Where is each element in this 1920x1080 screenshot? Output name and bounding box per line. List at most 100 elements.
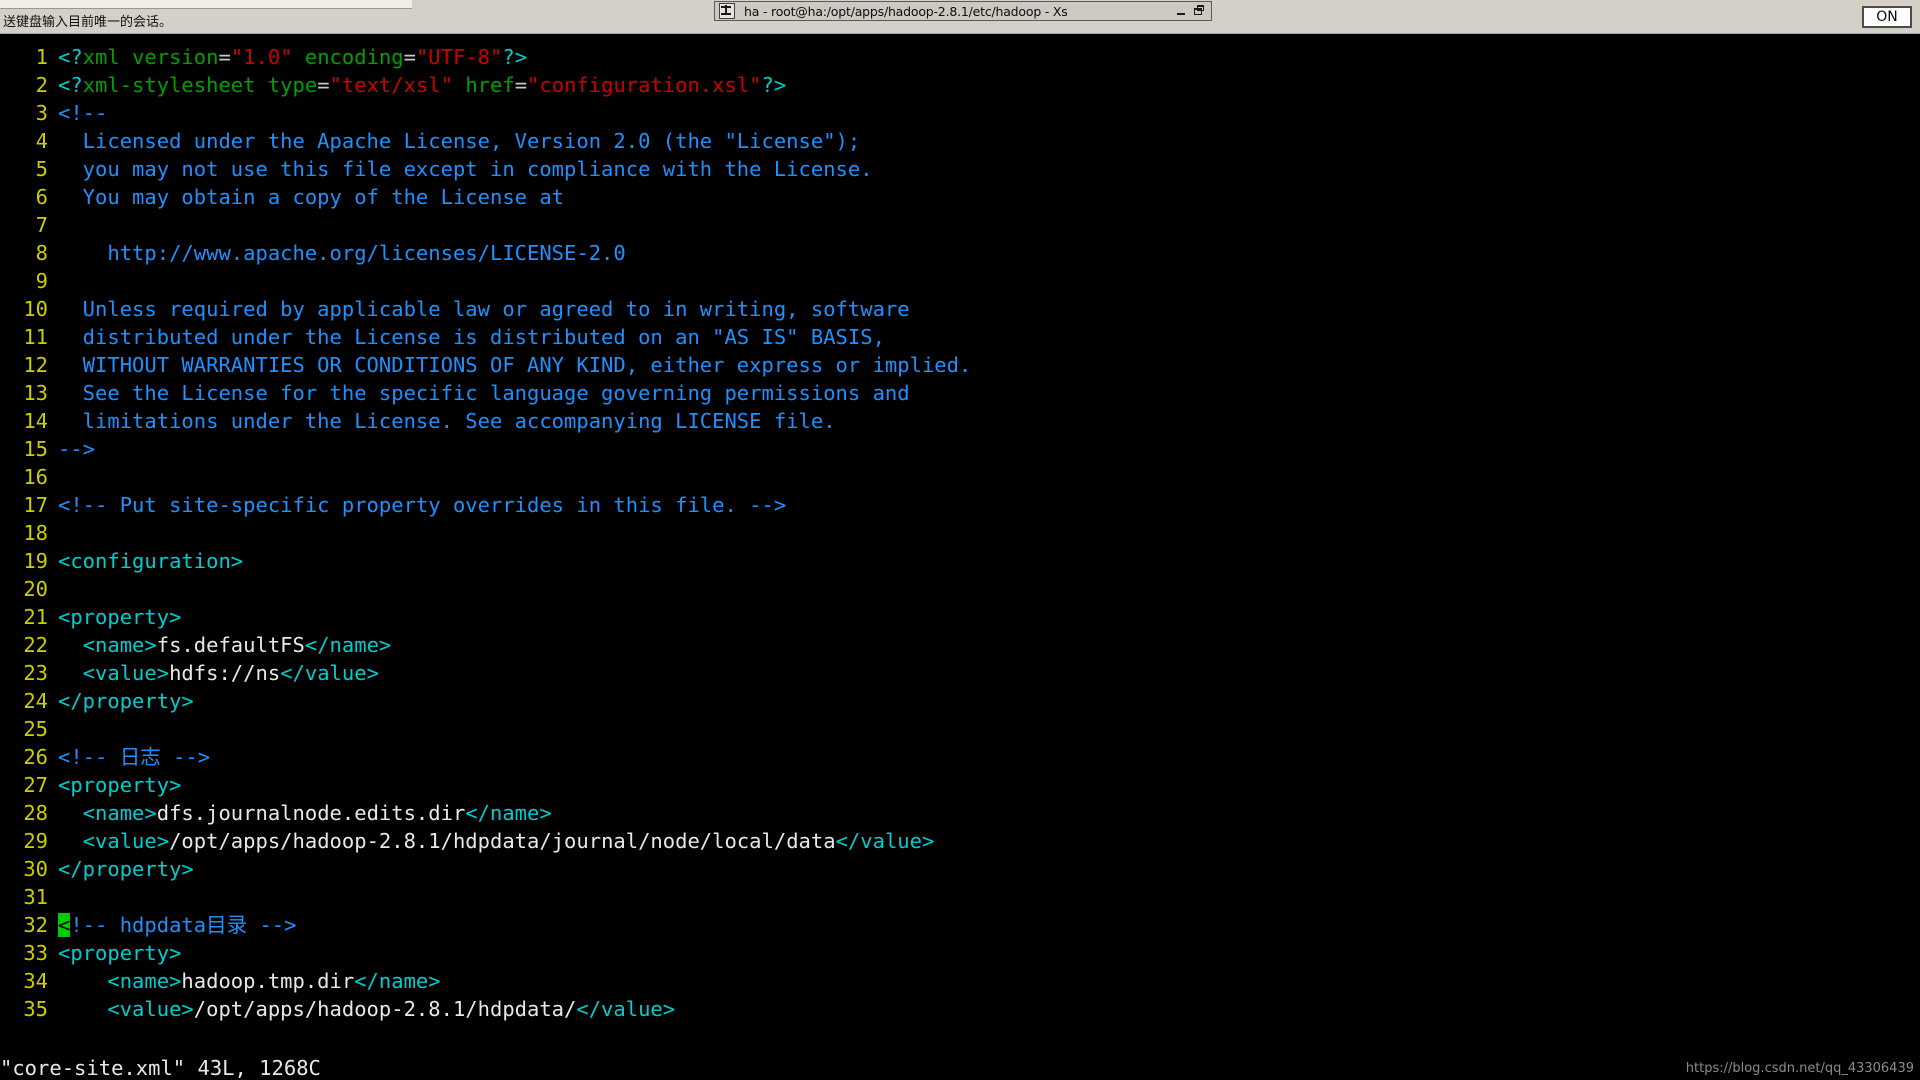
editor-line[interactable]: 7 xyxy=(0,211,1920,239)
text-cursor: < xyxy=(58,913,71,937)
minimize-icon[interactable] xyxy=(1173,3,1190,19)
line-number: 14 xyxy=(23,409,48,433)
code-token: <value> xyxy=(58,997,194,1021)
editor-line[interactable]: 13 See the License for the specific lang… xyxy=(0,379,1920,407)
editor-line[interactable]: 31 xyxy=(0,883,1920,911)
code-token: </value> xyxy=(835,829,935,853)
code-token: </value> xyxy=(576,997,676,1021)
editor-line[interactable]: 32 <!-- hdpdata目录 --> xyxy=(0,911,1920,939)
line-number: 23 xyxy=(23,661,48,685)
code-token: <name> xyxy=(58,633,157,657)
editor-line[interactable]: 23 <value>hdfs://ns</value> xyxy=(0,659,1920,687)
code-token: See the License for the specific languag… xyxy=(58,381,910,405)
line-number: 30 xyxy=(23,857,48,881)
editor-line[interactable]: 30 </property> xyxy=(0,855,1920,883)
code-token: hadoop.tmp.dir xyxy=(181,969,355,993)
code-token: <? xyxy=(58,45,83,69)
editor-line[interactable]: 35 <value>/opt/apps/hadoop-2.8.1/hdpdata… xyxy=(0,995,1920,1023)
editor-line[interactable]: 6 You may obtain a copy of the License a… xyxy=(0,183,1920,211)
line-number: 12 xyxy=(23,353,48,377)
editor-line[interactable]: 15 --> xyxy=(0,435,1920,463)
code-token: "1.0" xyxy=(230,45,293,69)
editor-line[interactable]: 18 xyxy=(0,519,1920,547)
line-number: 33 xyxy=(23,941,48,965)
editor-line[interactable]: 17 <!-- Put site-specific property overri… xyxy=(0,491,1920,519)
editor-line[interactable]: 20 xyxy=(0,575,1920,603)
line-number: 9 xyxy=(35,269,48,293)
line-number: 18 xyxy=(23,521,48,545)
editor-line[interactable]: 22 <name>fs.defaultFS</name> xyxy=(0,631,1920,659)
editor-line[interactable]: 25 xyxy=(0,715,1920,743)
code-token: "configuration.xsl" xyxy=(527,73,762,97)
restore-icon[interactable] xyxy=(1190,3,1207,19)
line-number: 34 xyxy=(23,969,48,993)
editor-line[interactable]: 11 distributed under the License is dist… xyxy=(0,323,1920,351)
editor-line[interactable]: 33 <property> xyxy=(0,939,1920,967)
code-token: = xyxy=(218,45,231,69)
code-token: http://www.apache.org/licenses/LICENSE-2… xyxy=(58,241,626,265)
line-number: 31 xyxy=(23,885,48,909)
editor-line[interactable]: 5 you may not use this file except in co… xyxy=(0,155,1920,183)
code-token: </name> xyxy=(354,969,441,993)
line-number: 22 xyxy=(23,633,48,657)
code-token: type xyxy=(267,73,318,97)
line-number: 2 xyxy=(35,73,48,97)
vim-editor-buffer[interactable]: 1 <?xml version="1.0" encoding="UTF-8"?> 2… xyxy=(0,43,1920,1023)
code-token: <name> xyxy=(58,801,157,825)
editor-line[interactable]: 3 <!-- xyxy=(0,99,1920,127)
code-token: ?> xyxy=(502,45,528,69)
line-number: 29 xyxy=(23,829,48,853)
code-token: <value> xyxy=(58,829,170,853)
code-token: = xyxy=(403,45,416,69)
editor-line[interactable]: 1 <?xml version="1.0" encoding="UTF-8"?> xyxy=(0,43,1920,71)
code-token: hdfs://ns xyxy=(169,661,281,685)
code-token: <property> xyxy=(58,773,182,797)
terminal-window-titlebar[interactable]: ha - root@ha:/opt/apps/hadoop-2.8.1/etc/… xyxy=(714,1,1212,21)
code-token: dfs.journalnode.edits.dir xyxy=(156,801,466,825)
line-number: 6 xyxy=(35,185,48,209)
editor-line[interactable]: 24 </property> xyxy=(0,687,1920,715)
editor-line[interactable]: 4 Licensed under the Apache License, Ver… xyxy=(0,127,1920,155)
code-token: fs.defaultFS xyxy=(156,633,305,657)
line-number: 11 xyxy=(23,325,48,349)
window-sysmenu-icon[interactable] xyxy=(719,3,735,19)
code-token: </property> xyxy=(58,857,194,881)
line-number: 20 xyxy=(23,577,48,601)
code-token: version xyxy=(132,45,219,69)
editor-line[interactable]: 19 <configuration> xyxy=(0,547,1920,575)
editor-line[interactable]: 34 <name>hadoop.tmp.dir</name> xyxy=(0,967,1920,995)
session-tab-stub[interactable] xyxy=(0,0,412,9)
code-token: --> xyxy=(58,437,96,461)
code-token: "text/xsl" xyxy=(329,73,453,97)
editor-line[interactable]: 9 xyxy=(0,267,1920,295)
editor-line[interactable]: 27 <property> xyxy=(0,771,1920,799)
editor-line[interactable]: 29 <value>/opt/apps/hadoop-2.8.1/hdpdata… xyxy=(0,827,1920,855)
editor-line[interactable]: 12 WITHOUT WARRANTIES OR CONDITIONS OF A… xyxy=(0,351,1920,379)
editor-line[interactable]: 26 <!-- 日志 --> xyxy=(0,743,1920,771)
line-number: 7 xyxy=(35,213,48,237)
code-token: ?> xyxy=(761,73,787,97)
editor-line[interactable]: 21 <property> xyxy=(0,603,1920,631)
watermark-text: https://blog.csdn.net/qq_43306439 xyxy=(1685,1061,1914,1076)
code-token: Unless required by applicable law or agr… xyxy=(58,297,910,321)
code-token: </name> xyxy=(465,801,552,825)
code-token: href xyxy=(465,73,515,97)
keyboard-input-toggle-button[interactable]: ON xyxy=(1862,6,1912,28)
line-number: 26 xyxy=(23,745,48,769)
code-token: !-- hdpdata目录 --> xyxy=(70,913,297,937)
line-number: 19 xyxy=(23,549,48,573)
terminal-screen[interactable]: 1 <?xml version="1.0" encoding="UTF-8"?> 2… xyxy=(0,34,1920,1080)
code-token: <name> xyxy=(58,969,182,993)
editor-line[interactable]: 28 <name>dfs.journalnode.edits.dir</name… xyxy=(0,799,1920,827)
editor-line[interactable]: 8 http://www.apache.org/licenses/LICENSE… xyxy=(0,239,1920,267)
line-number: 21 xyxy=(23,605,48,629)
editor-line[interactable]: 16 xyxy=(0,463,1920,491)
editor-line[interactable]: 14 limitations under the License. See ac… xyxy=(0,407,1920,435)
code-token: encoding xyxy=(304,45,404,69)
code-token: = xyxy=(514,73,528,97)
xshell-top-bar: 送键盘输入目前唯一的会话。 ha - root@ha:/opt/apps/had… xyxy=(0,0,1920,34)
line-number: 17 xyxy=(23,493,48,517)
editor-line[interactable]: 2 <?xml-stylesheet type="text/xsl" href="… xyxy=(0,71,1920,99)
editor-line[interactable]: 10 Unless required by applicable law or … xyxy=(0,295,1920,323)
line-number: 8 xyxy=(35,241,48,265)
